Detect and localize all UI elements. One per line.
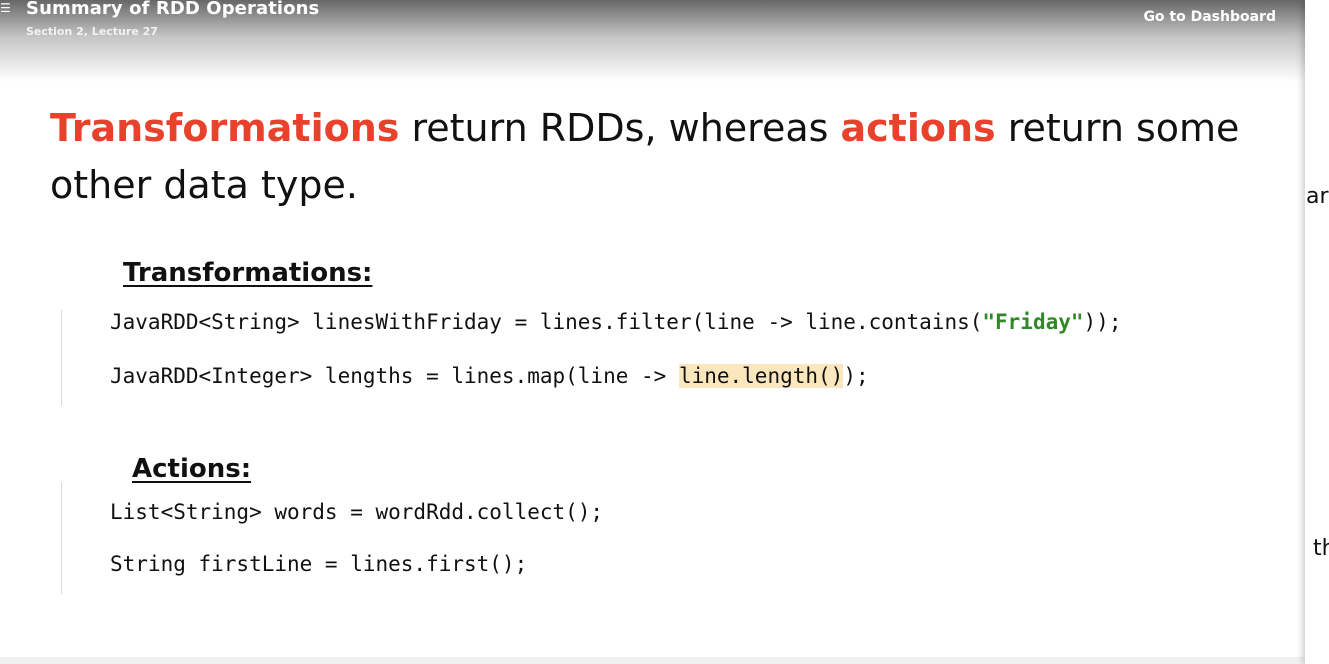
heading-end-text: return some [995, 106, 1240, 150]
code-text: ); [843, 364, 869, 388]
code-highlight: line.length() [678, 364, 844, 388]
code-text: JavaRDD<String> linesWithFriday = lines.… [110, 310, 983, 334]
actions-code-line-1: List<String> words = wordRdd.collect(); [110, 500, 604, 524]
heading-mid-text: return RDDs, whereas [399, 106, 841, 150]
transformations-code-line-1: JavaRDD<String> linesWithFriday = lines.… [110, 310, 1121, 334]
actions-code-line-2: String firstLine = lines.first(); [110, 552, 528, 576]
video-bottom-strip [0, 657, 1305, 664]
code-text: )); [1083, 310, 1122, 334]
hamburger-icon[interactable]: ☰ [0, 2, 11, 14]
actions-code-block: List<String> words = wordRdd.collect(); … [61, 482, 762, 594]
heading-actions-word: actions [840, 106, 996, 150]
video-top-bar: ☰ Summary of RDD Operations Section 2, L… [0, 0, 1305, 82]
heading-transformations-word: Transformations [50, 106, 400, 150]
actions-title: Actions: [132, 454, 252, 484]
side-text-1: ar [1306, 184, 1329, 209]
side-text-2: th [1313, 536, 1329, 561]
lecture-slide: ☰ Summary of RDD Operations Section 2, L… [0, 0, 1305, 664]
transformations-code-block: JavaRDD<String> linesWithFriday = lines.… [61, 310, 1202, 406]
go-to-dashboard-link[interactable]: Go to Dashboard [1143, 9, 1276, 25]
transformations-title: Transformations: [123, 258, 373, 288]
code-string-literal: "Friday" [982, 310, 1084, 334]
side-panel: ar th [1305, 0, 1329, 664]
heading-line2: other data type. [50, 163, 358, 207]
transformations-code-line-2: JavaRDD<Integer> lengths = lines.map(lin… [110, 364, 869, 388]
code-text: JavaRDD<Integer> lengths = lines.map(lin… [110, 364, 679, 388]
lecture-subtitle: Section 2, Lecture 27 [26, 25, 158, 38]
lecture-title: Summary of RDD Operations [26, 0, 320, 19]
slide-heading: Transformations return RDDs, whereas act… [50, 100, 1250, 214]
